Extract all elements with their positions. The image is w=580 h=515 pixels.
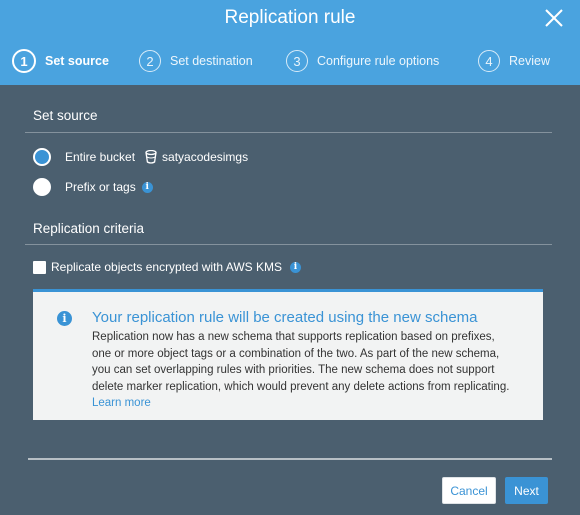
cancel-button[interactable]: Cancel <box>442 477 496 504</box>
dialog-header: Replication rule 1 Set source 2 Set dest… <box>0 0 580 85</box>
prefix-or-tags-option[interactable]: Prefix or tags i <box>33 176 153 198</box>
alert-line: delete marker replication, which would p… <box>92 380 510 393</box>
info-icon[interactable]: i <box>141 181 153 193</box>
entire-bucket-radio[interactable] <box>33 148 51 166</box>
divider <box>25 132 552 133</box>
section-title-set-source: Set source <box>33 108 98 123</box>
step-number: 4 <box>478 50 500 72</box>
kms-label: Replicate objects encrypted with AWS KMS <box>51 260 282 274</box>
learn-more-link[interactable]: Learn more <box>92 397 151 409</box>
step-review[interactable]: 4 Review <box>478 49 550 73</box>
step-number: 1 <box>12 49 36 73</box>
kms-checkbox[interactable] <box>33 260 46 274</box>
entire-bucket-option[interactable]: Entire bucket satyacodesimgs <box>33 146 248 168</box>
section-title-replication-criteria: Replication criteria <box>33 221 145 236</box>
prefix-or-tags-radio[interactable] <box>33 178 51 196</box>
footer-divider <box>28 458 552 460</box>
bucket-name: satyacodesimgs <box>162 150 249 164</box>
step-set-destination[interactable]: 2 Set destination <box>139 49 253 73</box>
dialog-title: Replication rule <box>224 7 356 28</box>
step-label: Configure rule options <box>317 54 440 68</box>
alert-heading: Your replication rule will be created us… <box>92 309 478 326</box>
replication-rule-dialog: Replication rule 1 Set source 2 Set dest… <box>0 0 580 515</box>
info-icon: i <box>57 311 72 326</box>
next-button[interactable]: Next <box>505 477 548 504</box>
alert-line: you can set overlapping rules with prior… <box>92 364 495 376</box>
info-icon[interactable]: i <box>290 261 301 273</box>
alert-line: one or more object tags or a combination… <box>92 347 500 360</box>
alert-body: Replication now has a new schema that su… <box>92 329 532 412</box>
step-label: Review <box>509 54 550 68</box>
step-label: Set source <box>45 54 109 68</box>
entire-bucket-label: Entire bucket <box>65 150 136 164</box>
prefix-or-tags-label: Prefix or tags <box>65 180 136 194</box>
step-configure-rule-options[interactable]: 3 Configure rule options <box>286 49 439 73</box>
step-set-source[interactable]: 1 Set source <box>12 49 109 73</box>
close-icon[interactable] <box>542 6 566 30</box>
bucket-icon <box>145 149 157 164</box>
alert-line: Replication now has a new schema that su… <box>92 331 495 343</box>
divider <box>25 244 552 245</box>
kms-option[interactable]: Replicate objects encrypted with AWS KMS… <box>33 259 301 275</box>
step-number: 3 <box>286 50 308 72</box>
step-label: Set destination <box>170 54 253 68</box>
new-schema-info-alert: i Your replication rule will be created … <box>33 289 543 420</box>
step-number: 2 <box>139 50 161 72</box>
